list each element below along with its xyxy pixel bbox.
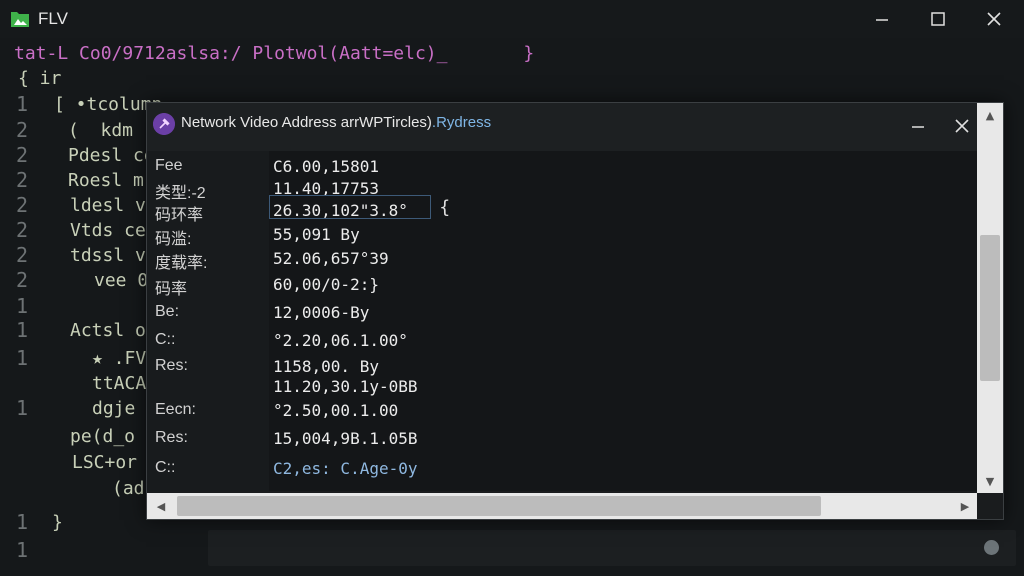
properties-list[interactable]: Fee C6.00,15801 类型:-2 11.40,17753 码环率 26.30,1… bbox=[147, 151, 977, 491]
line-number: 1 bbox=[16, 396, 29, 420]
property-value[interactable]: °2.50,00.1.00 bbox=[273, 401, 398, 420]
window-titlebar: FLV bbox=[0, 0, 1024, 38]
dialog-close-button[interactable] bbox=[947, 111, 977, 141]
code-line: ldesl ve bbox=[70, 195, 157, 216]
text-caret: { bbox=[439, 197, 451, 218]
code-line: { ir bbox=[18, 68, 62, 89]
line-number: 1 bbox=[16, 510, 29, 534]
minimize-button[interactable] bbox=[854, 0, 910, 38]
scroll-left-button[interactable]: ◀ bbox=[149, 493, 173, 519]
code-line: ★ .FV bbox=[92, 348, 147, 369]
line-number: 2 bbox=[16, 218, 29, 242]
vertical-scrollbar[interactable]: ▲ ▼ bbox=[977, 103, 1003, 493]
property-value[interactable]: 12,0006-By bbox=[273, 303, 369, 322]
code-line: Vtds ce bbox=[70, 220, 146, 241]
property-label: 码滥: bbox=[155, 231, 192, 248]
window-title: FLV bbox=[38, 9, 68, 28]
minimize-icon bbox=[876, 19, 888, 21]
scroll-down-button[interactable]: ▼ bbox=[977, 469, 1003, 493]
close-button[interactable] bbox=[966, 0, 1022, 38]
horizontal-scrollbar[interactable]: ◀ ▶ bbox=[147, 493, 977, 519]
property-value[interactable]: C6.00,15801 bbox=[273, 157, 379, 176]
maximize-button[interactable] bbox=[910, 0, 966, 38]
code-line: dgje bbox=[92, 398, 136, 419]
property-value[interactable]: 15,004,9B.1.05B bbox=[273, 429, 418, 448]
minimize-icon bbox=[912, 126, 924, 128]
property-label: Res: bbox=[155, 357, 188, 374]
code-line: ttACA bbox=[92, 373, 147, 394]
line-number: 2 bbox=[16, 143, 29, 167]
dialog-title: Network Video Address arrWPTircles).Rydr… bbox=[181, 114, 491, 131]
code-line: tat-L Co0/9712aslsa:/ Plotwol(Aatt=elc)_… bbox=[14, 43, 535, 64]
property-label: Eecn: bbox=[155, 401, 196, 418]
line-number: 2 bbox=[16, 243, 29, 267]
line-number: 2 bbox=[16, 118, 29, 142]
dialog-title-accent: .Rydress bbox=[431, 114, 492, 131]
status-bar bbox=[208, 530, 1016, 566]
property-label: Be: bbox=[155, 303, 180, 320]
dialog-title-main: Network Video Address arrWPTircles) bbox=[181, 114, 432, 131]
property-label: Fee bbox=[155, 157, 183, 174]
network-video-dialog: Network Video Address arrWPTircles).Rydr… bbox=[146, 102, 1004, 520]
code-line: LSC+or bbox=[72, 452, 138, 473]
property-label: C:: bbox=[155, 459, 176, 476]
property-value[interactable]: C2,es: C.Age-0y bbox=[273, 459, 418, 478]
line-number: 2 bbox=[16, 168, 29, 192]
vertical-scroll-thumb[interactable] bbox=[980, 235, 1000, 381]
dialog-minimize-button[interactable] bbox=[903, 111, 933, 141]
close-icon bbox=[955, 119, 969, 133]
code-line: Roesl m bbox=[68, 170, 144, 191]
property-label: 码环率 bbox=[155, 207, 204, 224]
line-number: 2 bbox=[16, 268, 29, 292]
code-line: pe(d_o bbox=[70, 426, 136, 447]
code-line: (ad bbox=[112, 478, 145, 499]
code-line: vee 0 bbox=[94, 270, 149, 291]
property-label: C:: bbox=[155, 331, 176, 348]
property-value[interactable]: 55,091 By bbox=[273, 225, 360, 244]
line-number: 1 bbox=[16, 346, 29, 370]
code-line: } bbox=[52, 512, 63, 533]
horizontal-scroll-thumb[interactable] bbox=[177, 496, 821, 516]
property-label: 类型:-2 bbox=[155, 185, 206, 202]
property-value[interactable]: 52.06,657°39 bbox=[273, 249, 389, 268]
property-label: 度载率: bbox=[155, 255, 208, 272]
code-line: tdssl v bbox=[70, 245, 146, 266]
code-line: ( kdm bbox=[68, 120, 134, 141]
maximize-icon bbox=[931, 12, 945, 26]
dialog-titlebar[interactable]: Network Video Address arrWPTircles).Rydr… bbox=[147, 103, 1003, 151]
line-number: 1 bbox=[16, 92, 29, 116]
property-value[interactable]: °2.20,06.1.00° bbox=[273, 331, 408, 350]
folder-app-icon bbox=[11, 12, 29, 27]
line-number: 1 bbox=[16, 538, 29, 562]
line-number: 1 bbox=[16, 318, 29, 342]
line-number: 2 bbox=[16, 193, 29, 217]
status-indicator bbox=[984, 540, 999, 555]
close-icon bbox=[987, 12, 1001, 26]
property-label: 码率 bbox=[155, 281, 188, 298]
property-label: Res: bbox=[155, 429, 188, 446]
property-value[interactable]: 60,00/0-2:} bbox=[273, 275, 379, 294]
code-line: Actsl o bbox=[70, 320, 146, 341]
pin-icon bbox=[153, 113, 175, 135]
property-value[interactable]: 11.20,30.1y-0BB bbox=[273, 377, 418, 396]
property-value[interactable]: 1158,00. By bbox=[273, 357, 379, 376]
scroll-up-button[interactable]: ▲ bbox=[977, 103, 1003, 127]
selected-value-box[interactable] bbox=[269, 195, 431, 219]
line-number: 1 bbox=[16, 294, 29, 318]
code-line: Pdesl ce bbox=[68, 145, 155, 166]
scroll-right-button[interactable]: ▶ bbox=[953, 493, 977, 519]
